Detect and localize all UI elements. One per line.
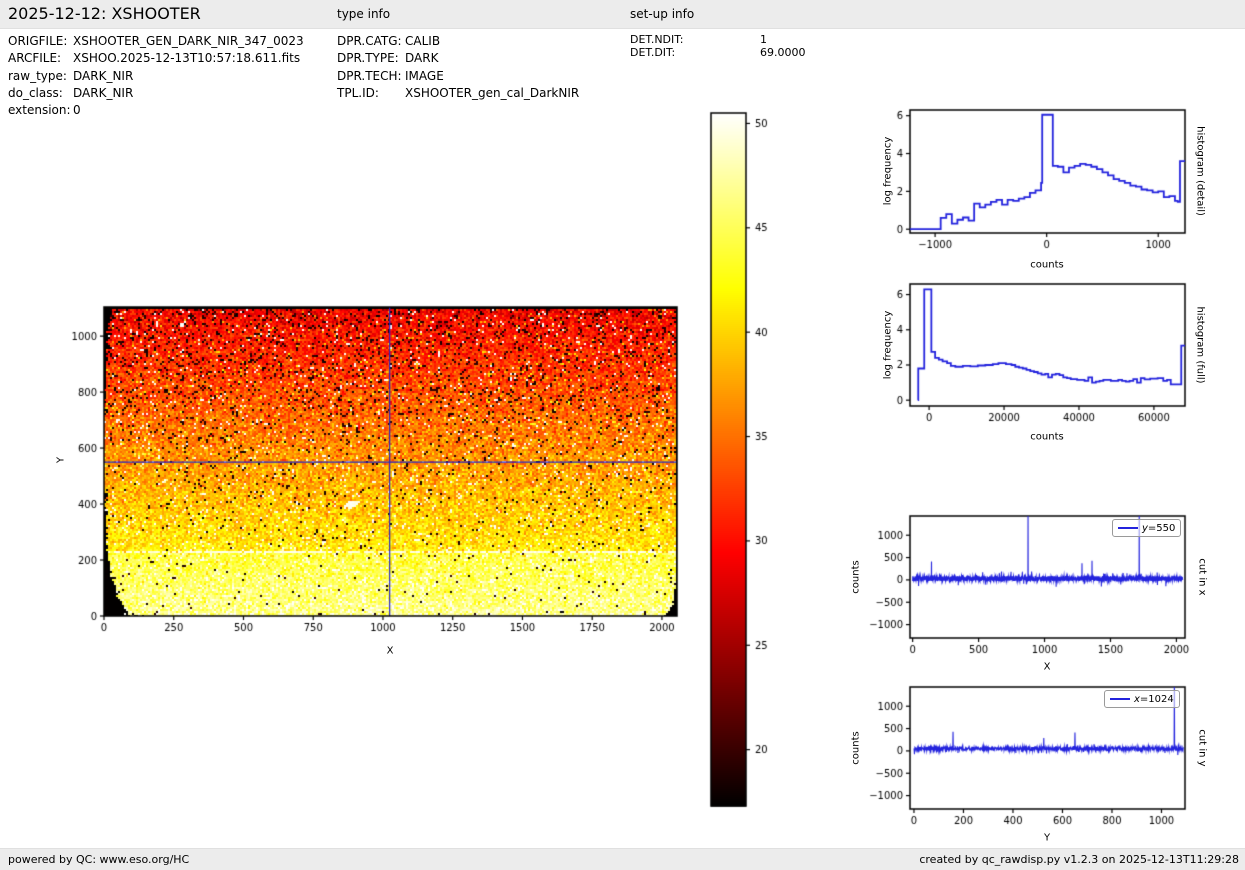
cut-x-legend: y=550 — [1112, 519, 1181, 537]
cut-x-ylabel: counts — [851, 560, 862, 593]
legend-text: x=1024 — [1134, 694, 1174, 705]
field-label: ORIGFILE: — [8, 34, 67, 48]
field-label: do_class: — [8, 86, 63, 100]
field-value: 0 — [73, 103, 81, 117]
qc-report-page: 2025-12-12: XSHOOTER type info set-up in… — [0, 0, 1245, 870]
cut-y-ylabel: counts — [851, 731, 862, 764]
field-value: DARK_NIR — [73, 86, 133, 100]
cut-y-right-label: cut in y — [1197, 729, 1208, 766]
field-label: extension: — [8, 103, 71, 117]
setup-info-section-label: set-up info — [630, 7, 694, 21]
field-value: XSHOOTER_GEN_DARK_NIR_347_0023 — [73, 34, 304, 48]
field-value: DARK_NIR — [73, 69, 133, 83]
hist-full-right-label: histogram (full) — [1195, 306, 1206, 383]
legend-line-sample — [1118, 527, 1138, 529]
cut-y-xlabel: Y — [1044, 833, 1050, 844]
field-value: IMAGE — [405, 69, 444, 83]
histogram-detail-canvas — [880, 98, 1210, 268]
field-label: DPR.TECH: — [337, 69, 402, 83]
field-value: XSHOO.2025-12-13T10:57:18.611.fits — [73, 51, 300, 65]
field-label: ARCFILE: — [8, 51, 61, 65]
field-label: DPR.CATG: — [337, 34, 402, 48]
field-label: DPR.TYPE: — [337, 51, 399, 65]
cut-y-legend: x=1024 — [1104, 690, 1180, 708]
hist-detail-ylabel: log frequency — [883, 137, 894, 206]
main-plot-ylabel: Y — [56, 457, 67, 463]
hist-detail-xlabel: counts — [1030, 260, 1063, 271]
hist-detail-right-label: histogram (detail) — [1195, 126, 1206, 216]
legend-line-sample — [1110, 698, 1130, 700]
main-plot-xlabel: X — [387, 646, 394, 657]
colorbar-canvas — [700, 105, 800, 817]
cut-x-right-label: cut in x — [1197, 558, 1208, 595]
legend-text: y=550 — [1142, 523, 1175, 534]
field-label: TPL.ID: — [337, 86, 379, 100]
hist-full-ylabel: log frequency — [883, 311, 894, 380]
field-label: DET.NDIT: — [630, 33, 684, 46]
main-image-canvas — [60, 290, 710, 675]
hist-full-xlabel: counts — [1030, 432, 1063, 443]
footer-right-text: created by qc_rawdisp.py v1.2.3 on 2025-… — [919, 853, 1239, 866]
histogram-full-canvas — [880, 272, 1210, 442]
field-label: raw_type: — [8, 69, 67, 83]
field-value: DARK — [405, 51, 438, 65]
field-label: DET.DIT: — [630, 46, 675, 59]
type-info-section-label: type info — [337, 7, 390, 21]
field-value: 69.0000 — [760, 46, 806, 59]
field-value: CALIB — [405, 34, 440, 48]
footer-left-text: powered by QC: www.eso.org/HC — [8, 853, 189, 866]
cut-x-xlabel: X — [1044, 662, 1051, 673]
page-title: 2025-12-12: XSHOOTER — [8, 4, 201, 23]
field-value: XSHOOTER_gen_cal_DarkNIR — [405, 86, 579, 100]
field-value: 1 — [760, 33, 767, 46]
